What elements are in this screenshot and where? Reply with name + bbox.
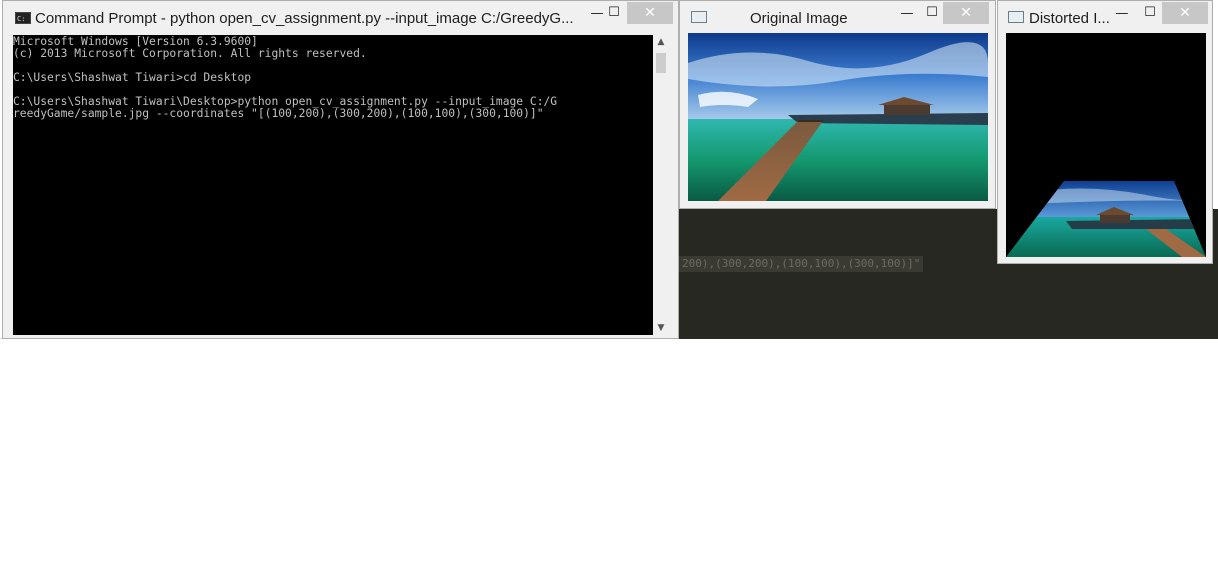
scroll-up-icon[interactable]: ▲ — [653, 35, 669, 49]
editor-selected-text: 200),(300,200),(100,100),(300,100)]" — [679, 256, 924, 272]
console-scrollbar[interactable]: ▲ ▼ — [653, 35, 669, 335]
cmd-titlebar[interactable]: C: Command Prompt - python open_cv_assig… — [3, 1, 678, 31]
command-prompt-window: C: Command Prompt - python open_cv_assig… — [2, 0, 679, 339]
distorted-window-title: Distorted I... — [1029, 10, 1110, 27]
original-titlebar[interactable]: Original Image — ☐ ✕ — [680, 1, 995, 31]
scroll-thumb[interactable] — [656, 53, 666, 73]
original-minimize-button[interactable]: — — [893, 3, 921, 25]
cmd-maximize-button[interactable]: ☐ — [600, 2, 628, 24]
console-line: (c) 2013 Microsoft Corporation. All righ… — [13, 47, 367, 60]
original-pier-image — [688, 33, 988, 201]
svg-text:C:: C: — [17, 15, 25, 23]
console-line: reedyGame/sample.jpg --coordinates "[(10… — [13, 107, 544, 120]
distorted-app-icon[interactable] — [1008, 11, 1024, 23]
original-close-button[interactable]: ✕ — [943, 2, 989, 24]
cmd-close-button[interactable]: ✕ — [627, 2, 673, 24]
original-app-icon[interactable] — [691, 11, 707, 23]
original-maximize-button[interactable]: ☐ — [918, 2, 946, 24]
distorted-close-button[interactable]: ✕ — [1162, 2, 1208, 24]
console-output[interactable]: Microsoft Windows [Version 6.3.9600] (c) … — [13, 35, 653, 335]
distorted-minimize-button[interactable]: — — [1108, 3, 1136, 25]
scroll-down-icon[interactable]: ▼ — [653, 321, 669, 335]
cmd-app-icon[interactable]: C: — [15, 12, 31, 24]
distorted-image-window: Distorted I... — ☐ ✕ — [997, 0, 1213, 264]
original-image-window: Original Image — ☐ ✕ — [679, 0, 996, 209]
console-line: C:\Users\Shashwat Tiwari>cd Desktop — [13, 71, 252, 84]
distorted-maximize-button[interactable]: ☐ — [1136, 2, 1164, 24]
distorted-pier-image — [1006, 33, 1206, 257]
cmd-window-title: Command Prompt - python open_cv_assignme… — [35, 10, 574, 27]
distorted-titlebar[interactable]: Distorted I... — ☐ ✕ — [998, 1, 1212, 31]
original-window-title: Original Image — [750, 10, 848, 27]
